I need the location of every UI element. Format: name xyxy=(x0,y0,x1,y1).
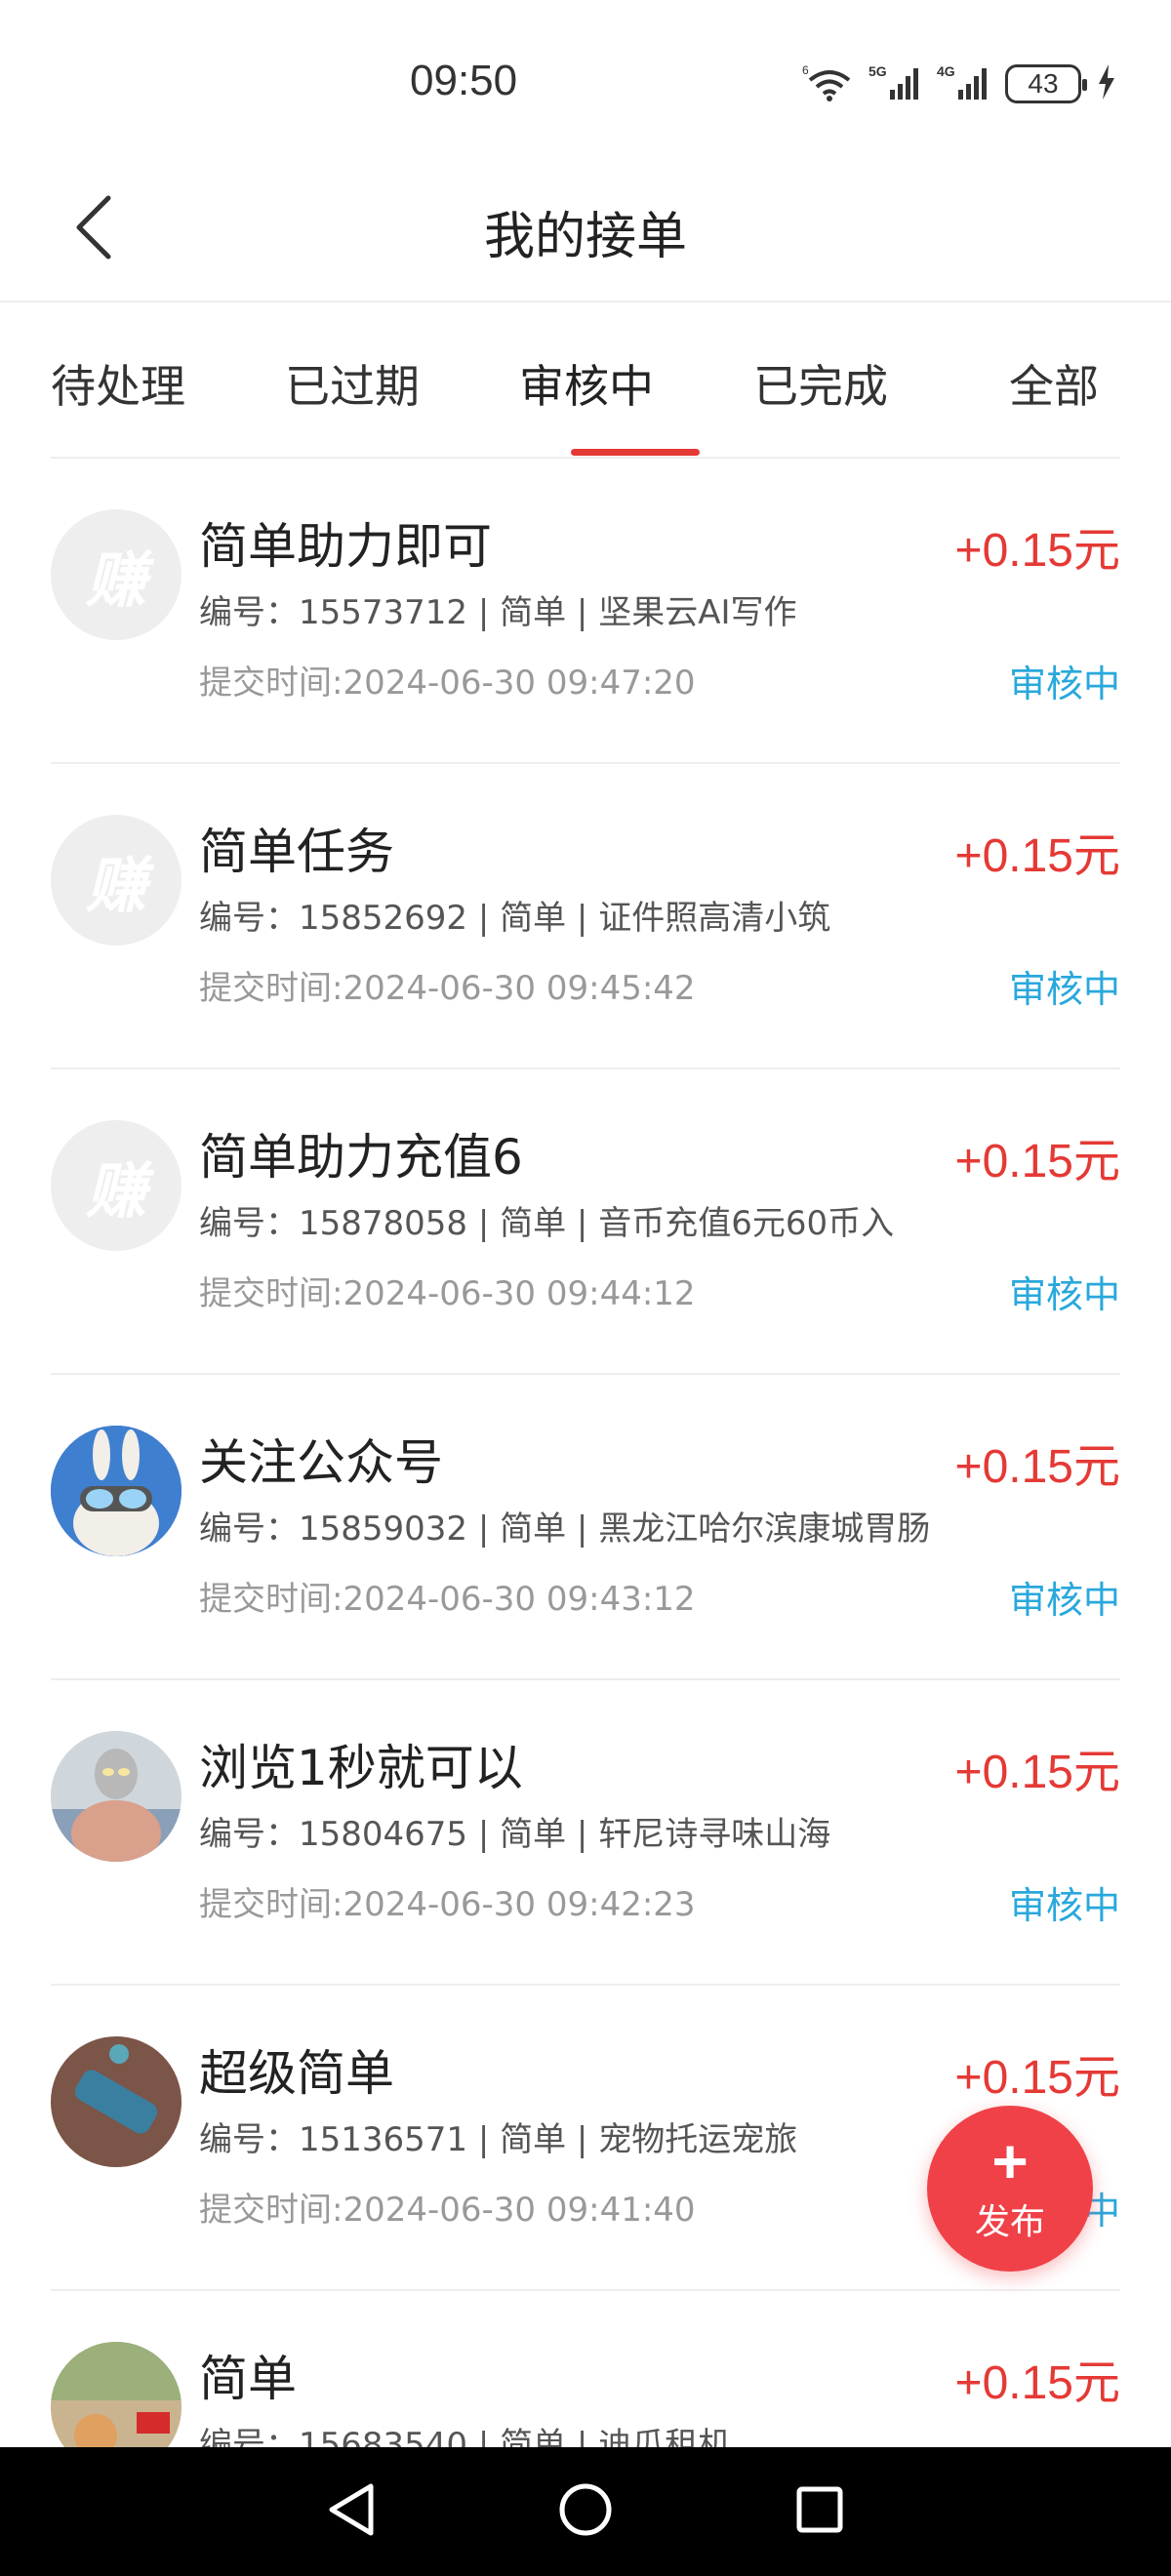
tab-expired[interactable]: 已过期 xyxy=(285,351,420,416)
back-triangle-icon xyxy=(326,2482,377,2541)
plus-icon: + xyxy=(991,2126,1029,2196)
header: 我的接单 xyxy=(0,156,1171,302)
avatar-earn-text: 赚 xyxy=(85,544,146,616)
order-reward: +0.15元 xyxy=(954,2052,1120,2104)
order-title: 超级简单 xyxy=(199,2045,394,2102)
avatar: 赚 xyxy=(51,509,182,640)
status-bar: 09:50 6 5G 4G 43 xyxy=(0,0,1171,156)
avatar xyxy=(51,1731,182,1862)
order-status: 审核中 xyxy=(1008,663,1120,705)
order-reward: +0.15元 xyxy=(954,1747,1120,1798)
order-title: 简单任务 xyxy=(199,824,394,880)
home-circle-icon xyxy=(558,2482,613,2541)
avatar xyxy=(51,2036,182,2167)
avatar-earn-text: 赚 xyxy=(85,1155,146,1227)
tab-pending[interactable]: 待处理 xyxy=(51,351,185,416)
svg-text:6: 6 xyxy=(802,63,809,77)
order-reward: +0.15元 xyxy=(954,830,1120,882)
order-reward: +0.15元 xyxy=(954,1441,1120,1493)
order-meta: 编号：15852692 | 简单 | 证件照高清小筑 xyxy=(199,899,831,938)
wifi-icon: 6 xyxy=(802,62,853,105)
tab-completed[interactable]: 已完成 xyxy=(753,351,888,416)
order-reward: +0.15元 xyxy=(954,1136,1120,1187)
order-title: 简单助力充值6 xyxy=(199,1129,523,1186)
order-status: 审核中 xyxy=(1008,1273,1120,1316)
order-submit-time: 提交时间:2024-06-30 09:43:12 xyxy=(199,1580,696,1619)
order-meta: 编号：15573712 | 简单 | 坚果云AI写作 xyxy=(199,593,797,632)
battery-level: 43 xyxy=(1028,68,1059,99)
avatar: 赚 xyxy=(51,1120,182,1251)
order-item[interactable]: 赚 简单助力充值6 +0.15元 编号：15878058 | 简单 | 音币充值… xyxy=(51,1069,1120,1375)
order-meta: 编号：15136571 | 简单 | 宠物托运宠旅 xyxy=(199,2120,798,2159)
signal-4g-icon: 4G xyxy=(937,62,989,105)
page-title: 我的接单 xyxy=(483,208,687,266)
nav-recents-button[interactable] xyxy=(781,2473,859,2551)
object-avatar-icon xyxy=(51,2036,182,2167)
order-title: 简单助力即可 xyxy=(199,518,492,575)
order-status: 审核中 xyxy=(1008,1579,1120,1622)
order-title: 浏览1秒就可以 xyxy=(199,1740,523,1796)
order-title: 简单 xyxy=(199,2351,297,2407)
battery-icon: 43 xyxy=(1005,64,1087,103)
avatar: 赚 xyxy=(51,815,182,946)
nav-home-button[interactable] xyxy=(546,2473,625,2551)
order-item[interactable]: 赚 简单助力即可 +0.15元 编号：15573712 | 简单 | 坚果云AI… xyxy=(51,459,1120,764)
active-tab-indicator xyxy=(571,449,700,456)
nav-back-button[interactable] xyxy=(312,2473,390,2551)
order-meta: 编号：15804675 | 简单 | 轩尼诗寻味山海 xyxy=(199,1815,831,1854)
order-meta: 编号：15878058 | 简单 | 音币充值6元60币入 xyxy=(199,1204,895,1243)
tab-all[interactable]: 全部 xyxy=(1009,351,1099,416)
order-submit-time: 提交时间:2024-06-30 09:44:12 xyxy=(199,1274,696,1313)
status-icons: 6 5G 4G 43 xyxy=(802,60,1116,107)
figure-avatar-icon xyxy=(51,1731,182,1862)
order-submit-time: 提交时间:2024-06-30 09:47:20 xyxy=(199,664,696,703)
order-submit-time: 提交时间:2024-06-30 09:45:42 xyxy=(199,969,696,1008)
order-meta: 编号：15859032 | 简单 | 黑龙江哈尔滨康城胃肠 xyxy=(199,1509,931,1549)
recents-square-icon xyxy=(795,2485,844,2538)
status-time: 09:50 xyxy=(410,57,518,104)
order-item[interactable]: 浏览1秒就可以 +0.15元 编号：15804675 | 简单 | 轩尼诗寻味山… xyxy=(51,1680,1120,1986)
order-status: 审核中 xyxy=(1008,968,1120,1011)
order-submit-time: 提交时间:2024-06-30 09:41:40 xyxy=(199,2191,696,2230)
system-nav-bar xyxy=(0,2447,1171,2576)
order-item[interactable]: 赚 简单任务 +0.15元 编号：15852692 | 简单 | 证件照高清小筑… xyxy=(51,764,1120,1069)
order-title: 关注公众号 xyxy=(199,1434,443,1491)
rabbit-avatar-icon xyxy=(51,1426,182,1556)
tab-bar: 待处理 已过期 审核中 已完成 全部 xyxy=(51,304,1120,459)
order-reward: +0.15元 xyxy=(954,525,1120,577)
avatar xyxy=(51,1426,182,1556)
avatar-earn-text: 赚 xyxy=(85,850,146,921)
signal-5g-icon: 5G xyxy=(868,62,921,105)
publish-button[interactable]: + 发布 xyxy=(927,2106,1093,2272)
order-item[interactable]: 关注公众号 +0.15元 编号：15859032 | 简单 | 黑龙江哈尔滨康城… xyxy=(51,1375,1120,1680)
tab-reviewing[interactable]: 审核中 xyxy=(519,351,654,416)
charging-icon xyxy=(1097,62,1116,105)
order-submit-time: 提交时间:2024-06-30 09:42:23 xyxy=(199,1885,696,1924)
svg-text:5G: 5G xyxy=(868,63,887,79)
publish-label: 发布 xyxy=(974,2202,1045,2242)
order-reward: +0.15元 xyxy=(954,2357,1120,2409)
svg-text:4G: 4G xyxy=(937,63,955,79)
order-status: 审核中 xyxy=(1008,1884,1120,1927)
